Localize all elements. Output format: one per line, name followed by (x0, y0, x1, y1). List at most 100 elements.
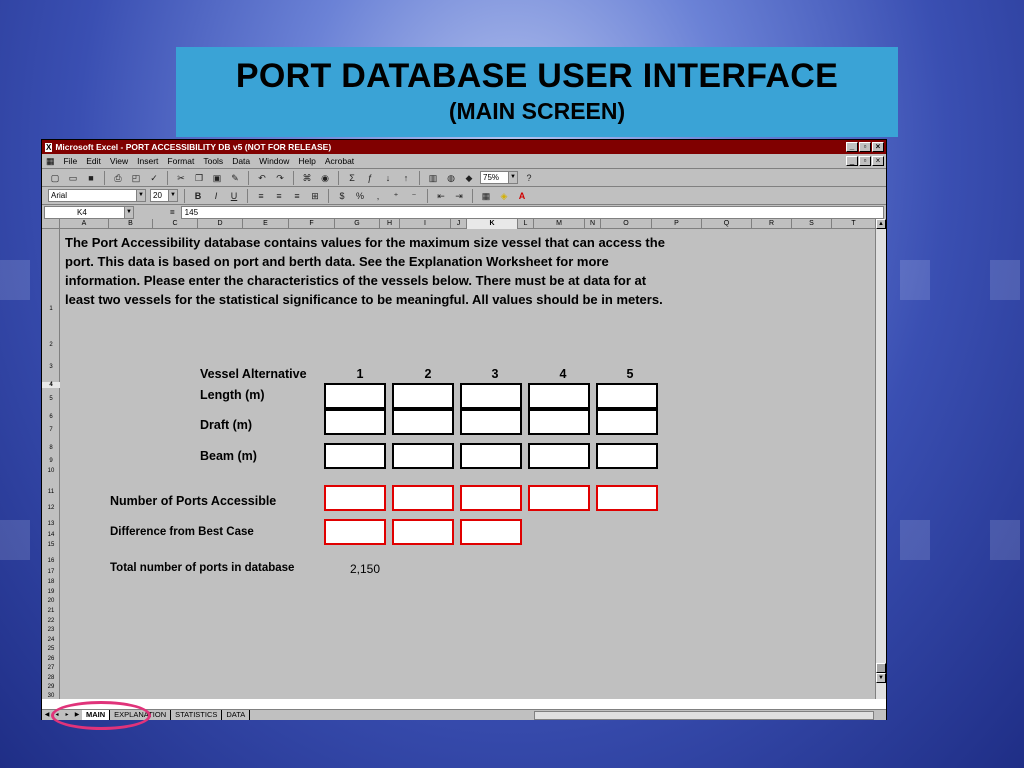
menu-insert[interactable]: Insert (137, 156, 158, 166)
tab-statistics[interactable]: STATISTICS (171, 710, 223, 720)
row-header[interactable]: 12 (42, 505, 60, 511)
column-header[interactable]: S (792, 219, 832, 229)
row-header[interactable]: 8 (42, 445, 60, 451)
row-header[interactable]: 3 (42, 364, 60, 370)
doc-restore-button[interactable]: ▫ (859, 156, 871, 166)
beam-input-3[interactable] (460, 443, 522, 469)
horizontal-scrollbar[interactable] (534, 710, 874, 720)
column-header[interactable]: H (380, 219, 400, 229)
column-header[interactable]: L (518, 219, 534, 229)
row-header[interactable]: 1 (42, 306, 60, 312)
row-header[interactable]: 17 (42, 569, 60, 575)
currency-icon[interactable]: $ (335, 189, 349, 203)
cut-icon[interactable]: ✂ (174, 171, 188, 185)
column-header[interactable]: P (652, 219, 702, 229)
row-header[interactable]: 26 (42, 656, 60, 662)
row-header[interactable]: 24 (42, 637, 60, 643)
draft-input-2[interactable] (392, 409, 454, 435)
column-header[interactable]: Q (702, 219, 752, 229)
function-icon[interactable]: ƒ (363, 171, 377, 185)
decrease-decimal-icon[interactable]: ⁻ (407, 189, 421, 203)
row-header[interactable]: 28 (42, 675, 60, 681)
percent-icon[interactable]: % (353, 189, 367, 203)
menu-window[interactable]: Window (259, 156, 289, 166)
hyperlink-icon[interactable]: ⌘ (300, 171, 314, 185)
length-input-5[interactable] (596, 383, 658, 409)
vertical-scrollbar[interactable]: ▲ ▼ (875, 219, 886, 699)
column-header[interactable]: A (60, 219, 109, 229)
draft-input-1[interactable] (324, 409, 386, 435)
column-header[interactable]: J (451, 219, 467, 229)
length-input-2[interactable] (392, 383, 454, 409)
beam-input-4[interactable] (528, 443, 590, 469)
row-header[interactable]: 11 (42, 489, 60, 495)
column-header[interactable]: T (832, 219, 876, 229)
align-center-icon[interactable]: ≡ (272, 189, 286, 203)
column-header[interactable]: N (585, 219, 601, 229)
font-name-select[interactable]: Arial ▼ (48, 189, 146, 202)
italic-icon[interactable]: I (209, 189, 223, 203)
name-box[interactable]: K4 ▼ (44, 206, 134, 219)
underline-icon[interactable]: U (227, 189, 241, 203)
paste-icon[interactable]: ▣ (210, 171, 224, 185)
draft-input-5[interactable] (596, 409, 658, 435)
column-header[interactable]: O (601, 219, 652, 229)
open-icon[interactable]: ▭ (66, 171, 80, 185)
row-header[interactable]: 22 (42, 618, 60, 624)
row-header[interactable]: 4 (42, 382, 60, 388)
comma-icon[interactable]: , (371, 189, 385, 203)
row-header[interactable]: 30 (42, 693, 60, 699)
decrease-indent-icon[interactable]: ⇤ (434, 189, 448, 203)
scroll-up-icon[interactable]: ▲ (876, 219, 886, 229)
menu-view[interactable]: View (110, 156, 128, 166)
print-icon[interactable]: ⎙ (111, 171, 125, 185)
menu-acrobat[interactable]: Acrobat (325, 156, 354, 166)
zoom-select[interactable]: 75% ▼ (480, 171, 518, 184)
format-painter-icon[interactable]: ✎ (228, 171, 242, 185)
sort-ascending-icon[interactable]: ↓ (381, 171, 395, 185)
row-header[interactable]: 27 (42, 665, 60, 671)
merge-center-icon[interactable]: ⊞ (308, 189, 322, 203)
draft-input-4[interactable] (528, 409, 590, 435)
sort-descending-icon[interactable]: ↑ (399, 171, 413, 185)
row-header[interactable]: 13 (42, 521, 60, 527)
bold-icon[interactable]: B (191, 189, 205, 203)
workbook-icon[interactable]: ▦ (46, 156, 55, 167)
menu-data[interactable]: Data (232, 156, 250, 166)
length-input-1[interactable] (324, 383, 386, 409)
column-header[interactable]: M (534, 219, 585, 229)
tab-data[interactable]: DATA (222, 710, 251, 720)
close-button[interactable]: × (872, 142, 884, 152)
map-icon[interactable]: ◍ (444, 171, 458, 185)
minimize-button[interactable]: _ (846, 142, 858, 152)
beam-input-2[interactable] (392, 443, 454, 469)
row-header[interactable]: 7 (42, 427, 60, 433)
row-header[interactable]: 2 (42, 342, 60, 348)
borders-icon[interactable]: ▦ (479, 189, 493, 203)
row-header[interactable]: 15 (42, 542, 60, 548)
column-header[interactable]: K (467, 219, 518, 229)
row-header[interactable]: 6 (42, 414, 60, 420)
new-icon[interactable]: ▢ (48, 171, 62, 185)
row-header[interactable]: 29 (42, 684, 60, 690)
menu-edit[interactable]: Edit (86, 156, 101, 166)
menu-file[interactable]: File (64, 156, 78, 166)
save-icon[interactable]: ■ (84, 171, 98, 185)
column-header[interactable]: I (400, 219, 451, 229)
column-header[interactable]: C (153, 219, 198, 229)
align-left-icon[interactable]: ≡ (254, 189, 268, 203)
row-header[interactable]: 23 (42, 627, 60, 633)
length-input-3[interactable] (460, 383, 522, 409)
increase-indent-icon[interactable]: ⇥ (452, 189, 466, 203)
beam-input-1[interactable] (324, 443, 386, 469)
draft-input-3[interactable] (460, 409, 522, 435)
spelling-icon[interactable]: ✓ (147, 171, 161, 185)
print-preview-icon[interactable]: ◰ (129, 171, 143, 185)
row-header[interactable]: 16 (42, 558, 60, 564)
chart-wizard-icon[interactable]: ▥ (426, 171, 440, 185)
length-input-4[interactable] (528, 383, 590, 409)
doc-close-button[interactable]: × (872, 156, 884, 166)
menu-format[interactable]: Format (167, 156, 194, 166)
row-header[interactable]: 14 (42, 532, 60, 538)
row-header[interactable]: 20 (42, 598, 60, 604)
